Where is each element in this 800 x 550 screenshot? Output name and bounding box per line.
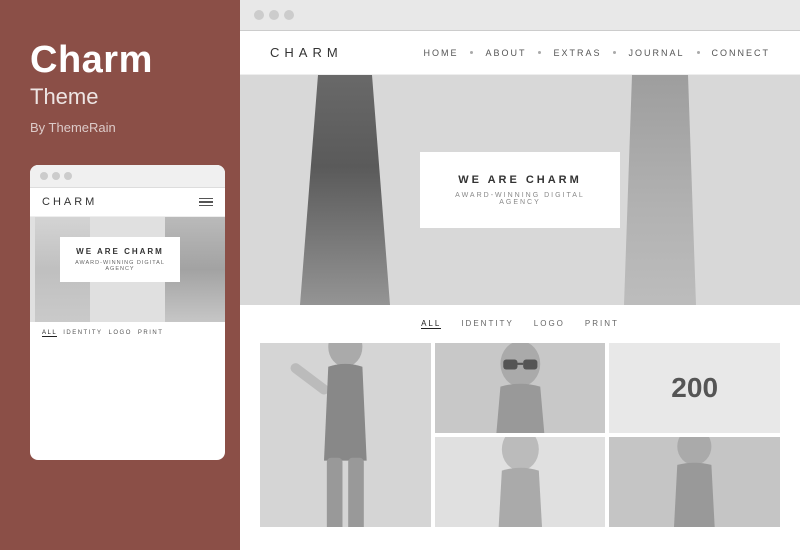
desktop-preview: CHARM HOME ABOUT EXTRAS JOURNAL CONNECT … [240,31,800,550]
desktop-hero-subtitle: AWARD-WINNING DIGITAL AGENCY [450,192,590,206]
browser-dot-1 [40,172,48,180]
desktop-dot-2 [269,10,279,20]
mobile-hero: WE ARE CHARM AWARD-WINNING DIGITAL AGENC… [30,217,225,322]
portfolio-filter-logo[interactable]: LOGO [534,319,565,329]
portfolio-item-5[interactable] [609,437,780,527]
desktop-hero-title: WE ARE CHARM [450,174,590,186]
desktop-nav: CHARM HOME ABOUT EXTRAS JOURNAL CONNECT [240,31,800,75]
mobile-hamburger-icon [199,198,213,207]
theme-author: By ThemeRain [30,120,215,135]
desktop-hero: WE ARE CHARM AWARD-WINNING DIGITAL AGENC… [240,75,800,305]
theme-subtitle: Theme [30,84,215,110]
hamburger-line-3 [199,205,213,207]
desktop-menu-journal[interactable]: JOURNAL [628,48,684,58]
right-panel: CHARM HOME ABOUT EXTRAS JOURNAL CONNECT … [240,0,800,550]
mobile-logo: CHARM [42,196,97,208]
portfolio-item-1[interactable] [435,343,606,433]
browser-dot-2 [52,172,60,180]
hamburger-line-2 [199,201,213,203]
portfolio-grid: 200 [260,343,780,527]
portfolio-number: 200 [671,372,718,404]
desktop-menu-extras[interactable]: EXTRAS [553,48,601,58]
desktop-browser-bar [240,0,800,31]
desktop-menu: HOME ABOUT EXTRAS JOURNAL CONNECT [423,48,770,58]
mobile-browser-bar [30,165,225,188]
browser-dot-3 [64,172,72,180]
portfolio-filter-all[interactable]: ALL [421,319,441,329]
left-panel: Charm Theme By ThemeRain CHARM WE ARE CH… [0,0,240,550]
mobile-nav: CHARM [30,188,225,217]
menu-separator-4 [697,51,700,54]
desktop-menu-about[interactable]: ABOUT [485,48,526,58]
menu-separator-1 [470,51,473,54]
mobile-filter-print[interactable]: PRINT [138,330,164,337]
mobile-filter-all[interactable]: ALL [42,330,57,337]
desktop-portfolio: ALL IDENTITY LOGO PRINT [240,305,800,550]
mobile-hero-title: WE ARE CHARM [72,247,168,256]
portfolio-filters: ALL IDENTITY LOGO PRINT [260,319,780,329]
hero-person-right [620,75,700,305]
desktop-dot-3 [284,10,294,20]
desktop-menu-connect[interactable]: CONNECT [712,48,771,58]
hero-person-left [300,75,390,305]
mobile-portfolio-filters: ALL IDENTITY LOGO PRINT [30,322,225,345]
portfolio-item-4[interactable] [435,437,606,527]
mobile-hero-subtitle: AWARD-WINNING DIGITAL AGENCY [72,260,168,272]
portfolio-item-2[interactable]: 200 [609,343,780,433]
theme-title: Charm [30,40,215,82]
mobile-hero-box: WE ARE CHARM AWARD-WINNING DIGITAL AGENC… [60,237,180,282]
desktop-dot-1 [254,10,264,20]
mobile-filter-logo[interactable]: LOGO [109,330,132,337]
mobile-filter-identity[interactable]: IDENTITY [63,330,102,337]
desktop-logo: CHARM [270,45,343,60]
mobile-preview-card: CHARM WE ARE CHARM AWARD-WINNING DIGITAL… [30,165,225,460]
menu-separator-2 [538,51,541,54]
desktop-menu-home[interactable]: HOME [423,48,458,58]
portfolio-filter-identity[interactable]: IDENTITY [461,319,513,329]
portfolio-item-3[interactable] [260,343,431,527]
hamburger-line-1 [199,198,213,200]
portfolio-filter-print[interactable]: PRINT [585,319,619,329]
desktop-hero-box: WE ARE CHARM AWARD-WINNING DIGITAL AGENC… [420,152,620,228]
menu-separator-3 [613,51,616,54]
